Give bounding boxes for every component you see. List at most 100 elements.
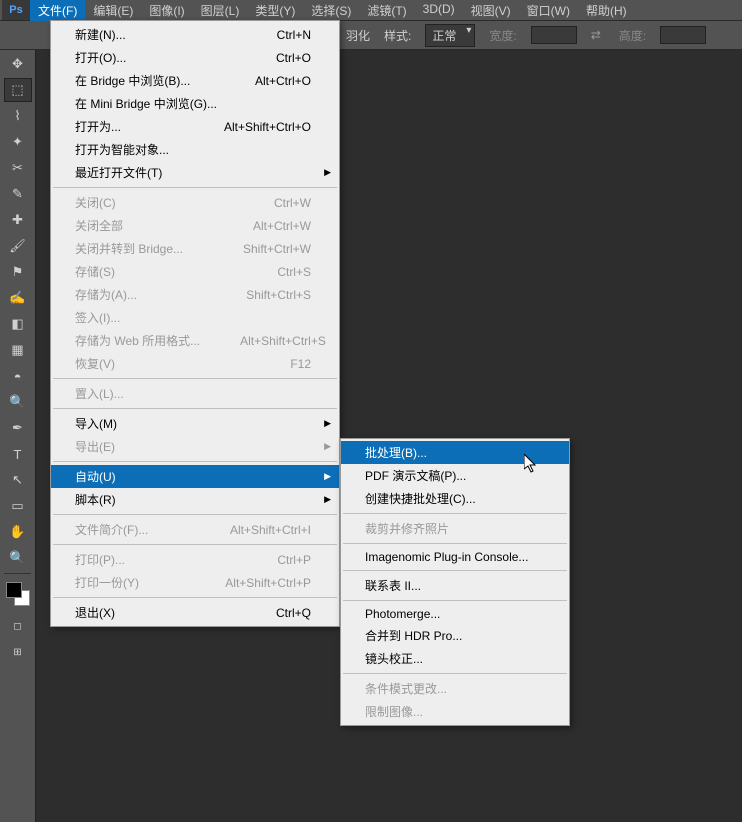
menu-item-label: 置入(L)... <box>75 385 124 402</box>
menu-item-5[interactable]: 打开为智能对象... <box>51 138 339 161</box>
menu-item-3[interactable]: 在 Mini Bridge 中浏览(G)... <box>51 92 339 115</box>
menu-item-shortcut: Shift+Ctrl+W <box>243 242 311 256</box>
menu-item-label: 自动(U) <box>75 468 116 485</box>
menu-item-6[interactable]: Imagenomic Plug-in Console... <box>341 547 569 567</box>
stamp-tool[interactable]: ⚑ <box>4 260 32 284</box>
menu-item-label: 恢复(V) <box>75 355 115 372</box>
menu-separator <box>343 543 567 544</box>
screenmode-tool[interactable]: ⊞ <box>4 640 32 664</box>
menu-item-label: 最近打开文件(T) <box>75 164 162 181</box>
menu-separator <box>343 600 567 601</box>
menu-item-11[interactable]: 合并到 HDR Pro... <box>341 624 569 647</box>
submenu-arrow-icon: ▶ <box>324 494 331 505</box>
menu-item-14: 条件模式更改... <box>341 677 569 700</box>
menu-item-label: 创建快捷批处理(C)... <box>365 490 476 507</box>
menu-separator <box>53 597 337 598</box>
gradient-tool[interactable]: ▦ <box>4 338 32 362</box>
menu-5[interactable]: 选择(S) <box>303 0 359 21</box>
menu-item-shortcut: Alt+Shift+Ctrl+O <box>224 120 311 134</box>
menu-item-label: 批处理(B)... <box>365 444 427 461</box>
menu-item-label: 导出(E) <box>75 438 115 455</box>
menu-item-0[interactable]: 新建(N)... Ctrl+N <box>51 23 339 46</box>
menu-item-2[interactable]: 创建快捷批处理(C)... <box>341 487 569 510</box>
menu-0[interactable]: 文件(F) <box>30 0 85 21</box>
menu-3[interactable]: 图层(L) <box>193 0 248 21</box>
menu-item-14: 存储为 Web 所用格式...Alt+Shift+Ctrl+S <box>51 329 339 352</box>
eraser-tool[interactable]: ◧ <box>4 312 32 336</box>
move-tool[interactable]: ✥ <box>4 52 32 76</box>
healing-tool[interactable]: ✚ <box>4 208 32 232</box>
menu-item-1[interactable]: PDF 演示文稿(P)... <box>341 464 569 487</box>
history-brush-tool[interactable]: ✍ <box>4 286 32 310</box>
menu-separator <box>53 187 337 188</box>
menu-1[interactable]: 编辑(E) <box>85 0 141 21</box>
height-label: 高度: <box>619 27 646 44</box>
lasso-tool[interactable]: ⌇ <box>4 104 32 128</box>
menu-item-10: 关闭并转到 Bridge... Shift+Ctrl+W <box>51 237 339 260</box>
menu-item-20: 导出(E) ▶ <box>51 435 339 458</box>
menu-item-label: 关闭并转到 Bridge... <box>75 240 183 257</box>
menu-10[interactable]: 帮助(H) <box>578 0 635 21</box>
type-tool[interactable]: T <box>4 442 32 466</box>
menu-item-label: Imagenomic Plug-in Console... <box>365 550 528 564</box>
menu-item-label: 关闭全部 <box>75 217 123 234</box>
tool-sidebar: ✥ ⬚ ⌇ ✦ ✂ ✎ ✚ 🖌 ⚑ ✍ ◧ ▦ ◓ 🔍 ✒ T ↖ ▭ ✋ 🔍 … <box>0 50 36 822</box>
blur-tool[interactable]: ◓ <box>4 364 32 388</box>
width-input <box>531 26 577 44</box>
zoom-tool[interactable]: 🔍 <box>4 546 32 570</box>
menu-item-label: 新建(N)... <box>75 26 126 43</box>
dodge-tool[interactable]: 🔍 <box>4 390 32 414</box>
menu-6[interactable]: 滤镜(T) <box>359 0 414 21</box>
menu-item-1[interactable]: 打开(O)...Ctrl+O <box>51 46 339 69</box>
menu-item-label: 联系表 II... <box>365 577 421 594</box>
style-select[interactable]: 正常 <box>425 24 475 47</box>
menu-item-10[interactable]: Photomerge... <box>341 604 569 624</box>
menu-separator <box>53 514 337 515</box>
menu-item-label: 合并到 HDR Pro... <box>365 627 462 644</box>
menu-separator <box>53 378 337 379</box>
menu-item-shortcut: Ctrl+P <box>277 553 311 567</box>
width-label: 宽度: <box>489 27 516 44</box>
menubar: Ps 文件(F)编辑(E)图像(I)图层(L)类型(Y)选择(S)滤镜(T)3D… <box>0 0 742 20</box>
menu-item-2[interactable]: 在 Bridge 中浏览(B)...Alt+Ctrl+O <box>51 69 339 92</box>
menu-item-23[interactable]: 脚本(R)▶ <box>51 488 339 511</box>
menu-item-19[interactable]: 导入(M)▶ <box>51 412 339 435</box>
menu-item-shortcut: Ctrl+Q <box>276 606 311 620</box>
menu-7[interactable]: 3D(D) <box>415 0 463 21</box>
swap-icon: ⇄ <box>591 28 605 42</box>
quickmask-tool[interactable]: ◻ <box>4 614 32 638</box>
menu-item-22[interactable]: 自动(U)▶ <box>51 465 339 488</box>
menu-separator <box>343 570 567 571</box>
path-tool[interactable]: ↖ <box>4 468 32 492</box>
shape-tool[interactable]: ▭ <box>4 494 32 518</box>
menu-9[interactable]: 窗口(W) <box>519 0 578 21</box>
eyedropper-tool[interactable]: ✎ <box>4 182 32 206</box>
menu-item-label: 存储为(A)... <box>75 286 137 303</box>
menu-item-8[interactable]: 联系表 II... <box>341 574 569 597</box>
menu-item-30[interactable]: 退出(X)Ctrl+Q <box>51 601 339 624</box>
menu-item-shortcut: Shift+Ctrl+S <box>246 288 311 302</box>
menu-item-4[interactable]: 打开为...Alt+Shift+Ctrl+O <box>51 115 339 138</box>
menu-item-12[interactable]: 镜头校正... <box>341 647 569 670</box>
pen-tool[interactable]: ✒ <box>4 416 32 440</box>
submenu-arrow-icon: ▶ <box>324 418 331 429</box>
color-swatches[interactable] <box>6 582 30 606</box>
menu-item-label: 打开(O)... <box>75 49 126 66</box>
wand-tool[interactable]: ✦ <box>4 130 32 154</box>
hand-tool[interactable]: ✋ <box>4 520 32 544</box>
submenu-arrow-icon: ▶ <box>324 441 331 452</box>
menu-2[interactable]: 图像(I) <box>141 0 192 21</box>
menu-item-label: 存储(S) <box>75 263 115 280</box>
menu-item-shortcut: Ctrl+S <box>277 265 311 279</box>
app-icon: Ps <box>2 0 30 20</box>
marquee-tool[interactable]: ⬚ <box>4 78 32 102</box>
menu-4[interactable]: 类型(Y) <box>247 0 303 21</box>
brush-tool[interactable]: 🖌 <box>4 234 32 258</box>
menu-8[interactable]: 视图(V) <box>463 0 519 21</box>
menu-item-label: 裁剪并修齐照片 <box>365 520 449 537</box>
fg-color-swatch[interactable] <box>6 582 22 598</box>
crop-tool[interactable]: ✂ <box>4 156 32 180</box>
menu-item-6[interactable]: 最近打开文件(T)▶ <box>51 161 339 184</box>
menu-item-shortcut: Ctrl+N <box>277 28 311 42</box>
menu-item-0[interactable]: 批处理(B)... <box>341 441 569 464</box>
